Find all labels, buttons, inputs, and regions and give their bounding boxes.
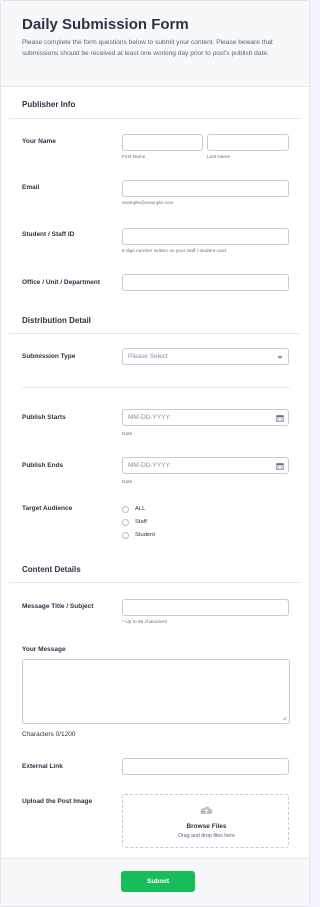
message-title-label: Message Title / Subject [22, 603, 94, 610]
publish-starts-input[interactable]: MM-DD-YYYY [122, 409, 289, 426]
publish-ends-input[interactable]: MM-DD-YYYY [122, 457, 289, 474]
field-divider [22, 387, 290, 388]
calendar-icon[interactable] [276, 462, 284, 470]
radio-option-all[interactable]: ALL [122, 504, 145, 514]
upload-image-label: Upload the Post Image [22, 798, 93, 805]
office-input[interactable] [122, 274, 289, 291]
message-textarea[interactable] [22, 659, 290, 724]
radio-label-all: ALL [135, 506, 146, 512]
resize-handle-icon[interactable] [282, 716, 287, 721]
your-name-label: Your Name [22, 138, 56, 145]
submission-type-select[interactable]: Please Select [122, 348, 289, 365]
character-count: Characters 0/1200 [22, 731, 76, 738]
first-name-input[interactable] [122, 134, 203, 151]
radio-circle[interactable] [122, 531, 129, 539]
section-divider [9, 333, 301, 334]
radio-circle[interactable] [122, 518, 129, 526]
section-divider [9, 582, 301, 583]
target-audience-label: Target Audience [22, 505, 73, 512]
student-id-label: Student / Staff ID [22, 231, 75, 238]
student-id-input[interactable] [122, 228, 289, 245]
browse-files-button[interactable]: Browse Files [123, 823, 290, 830]
message-title-input[interactable] [122, 599, 289, 616]
form-title: Daily Submission Form [22, 16, 189, 33]
radio-label-staff: Staff [135, 519, 147, 525]
section-title-content: Content Details [22, 565, 81, 574]
form-header: Daily Submission Form Please complete th… [1, 1, 309, 87]
section-title-publisher: Publisher Info [22, 100, 76, 109]
form-footer: Submit [1, 858, 309, 906]
form-description: Please complete the form questions below… [22, 39, 273, 57]
radio-option-student[interactable]: Student [122, 530, 155, 540]
radio-label-student: Student [135, 532, 155, 538]
submission-type-value: Please Select [128, 353, 168, 360]
cloud-upload-icon [200, 806, 213, 814]
form-card: Daily Submission Form Please complete th… [0, 0, 310, 907]
email-sublabel: example@example.com [122, 201, 174, 206]
email-field[interactable] [122, 180, 289, 197]
section-divider [9, 118, 301, 119]
calendar-icon[interactable] [276, 414, 284, 422]
publish-starts-sublabel: Date [122, 432, 133, 437]
first-name-sublabel: First Name [122, 155, 146, 160]
radio-circle[interactable] [122, 505, 129, 513]
your-message-label: Your Message [22, 646, 66, 653]
external-link-input[interactable] [122, 758, 289, 775]
chevron-down-icon [277, 355, 283, 359]
publish-ends-placeholder: MM-DD-YYYY [128, 462, 170, 469]
radio-option-staff[interactable]: Staff [122, 517, 147, 527]
submission-type-label: Submission Type [22, 353, 76, 360]
publish-starts-label: Publish Starts [22, 414, 66, 421]
email-label: Email [22, 184, 40, 191]
last-name-sublabel: Last Name [207, 155, 231, 160]
section-title-distribution: Distribution Detail [22, 316, 91, 325]
drag-drop-hint: Drag and drop files here [178, 833, 235, 839]
submit-button[interactable]: Submit [121, 871, 195, 892]
publish-ends-label: Publish Ends [22, 462, 64, 469]
file-upload-dropzone[interactable]: Browse Files Drag and drop files here [122, 794, 289, 848]
publish-ends-sublabel: Date [122, 480, 133, 485]
student-id-sublabel: 8 digit number written on your staff / s… [122, 249, 228, 254]
last-name-input[interactable] [207, 134, 289, 151]
external-link-label: External Link [22, 763, 63, 770]
publish-starts-placeholder: MM-DD-YYYY [128, 414, 170, 421]
office-label: Office / Unit / Department [22, 279, 101, 286]
message-title-sublabel: * Up to 65 characters [122, 620, 168, 625]
